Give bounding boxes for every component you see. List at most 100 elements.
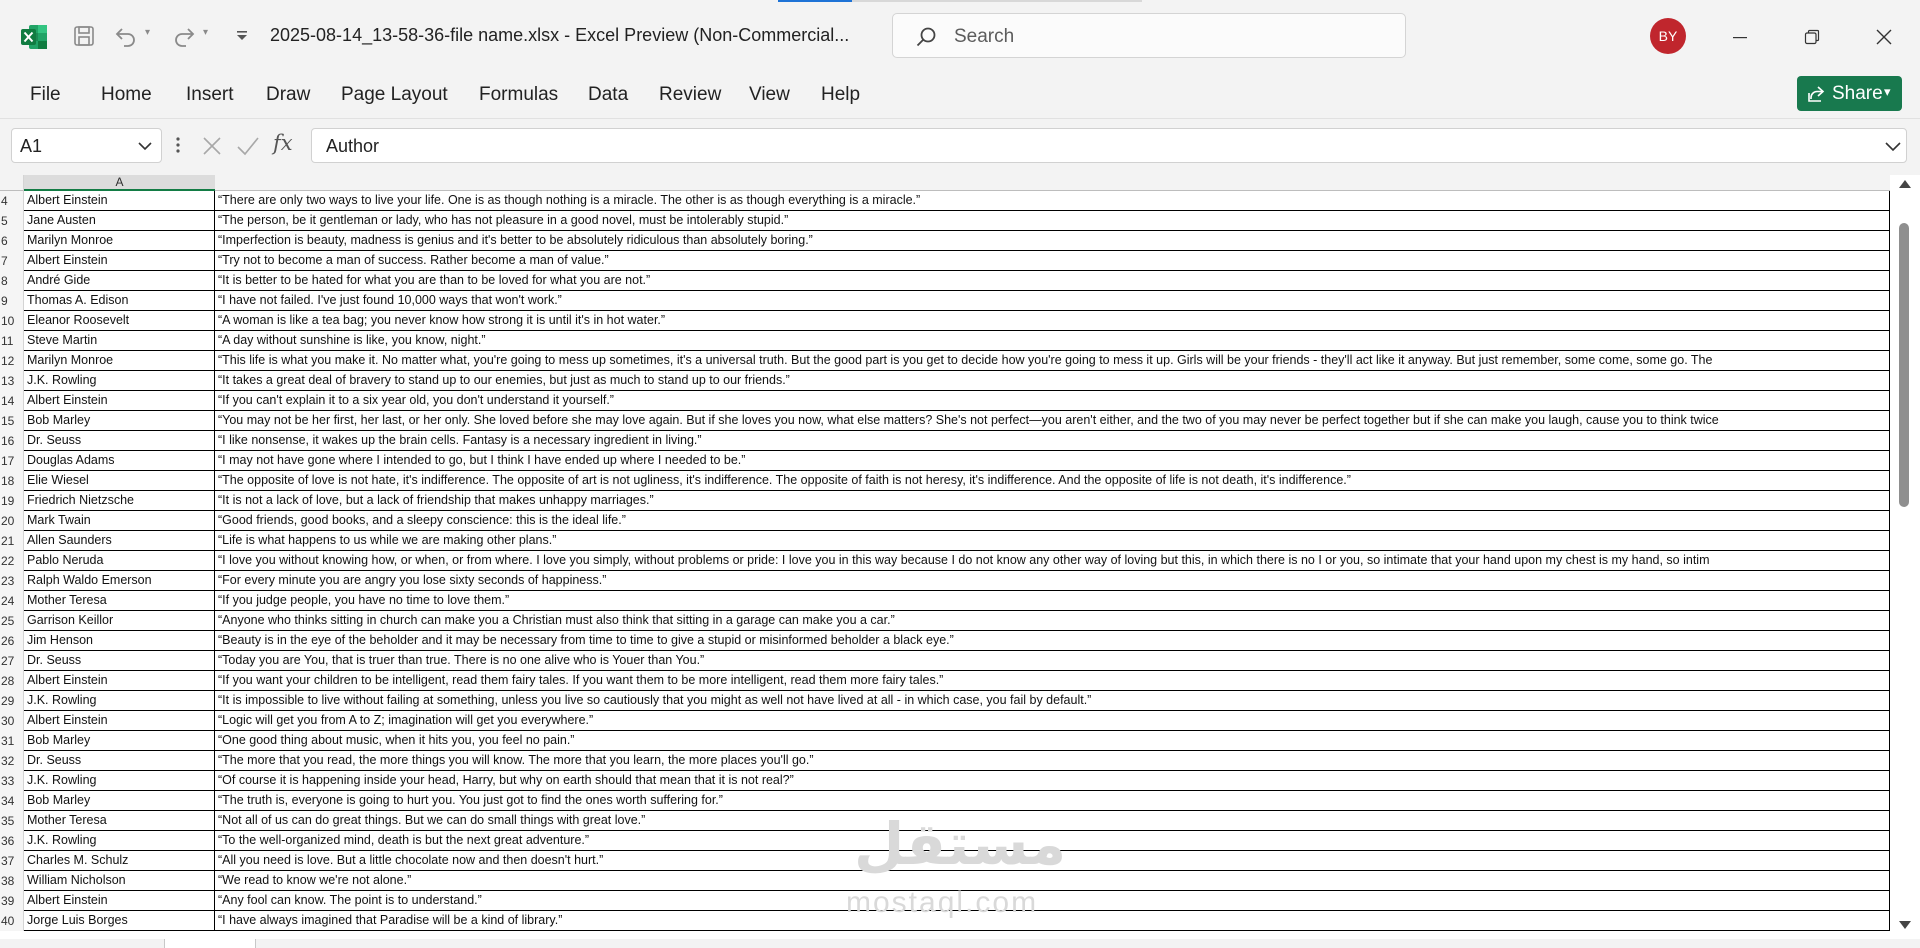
insert-function-icon[interactable]: fx xyxy=(273,131,293,155)
share-dropdown-icon[interactable]: ▾ xyxy=(1884,84,1891,100)
quote-cell[interactable]: “It takes a great deal of bravery to sta… xyxy=(215,371,1890,391)
tab-draw[interactable]: Draw xyxy=(266,84,310,106)
author-cell[interactable]: Dr. Seuss xyxy=(24,751,215,771)
author-cell[interactable]: Thomas A. Edison xyxy=(24,291,215,311)
quote-cell[interactable]: “If you judge people, you have no time t… xyxy=(215,591,1890,611)
author-cell[interactable]: Marilyn Monroe xyxy=(24,351,215,371)
formula-input[interactable]: Author xyxy=(311,128,1907,163)
scroll-up-icon[interactable] xyxy=(1898,178,1912,190)
row-header[interactable]: 23 xyxy=(0,571,24,591)
row-header[interactable]: 20 xyxy=(0,511,24,531)
row-header[interactable]: 18 xyxy=(0,471,24,491)
tab-data[interactable]: Data xyxy=(588,84,628,106)
tab-help[interactable]: Help xyxy=(821,84,860,106)
quote-cell[interactable]: “A day without sunshine is like, you kno… xyxy=(215,331,1890,351)
row-header[interactable]: 30 xyxy=(0,711,24,731)
share-button[interactable]: Share ▾ xyxy=(1797,76,1902,111)
quote-cell[interactable]: “The opposite of love is not hate, it's … xyxy=(215,471,1890,491)
tab-view[interactable]: View xyxy=(749,84,790,106)
tab-review[interactable]: Review xyxy=(659,84,721,106)
author-cell[interactable]: Dr. Seuss xyxy=(24,651,215,671)
row-header[interactable]: 32 xyxy=(0,751,24,771)
quote-cell[interactable]: “Try not to become a man of success. Rat… xyxy=(215,251,1890,271)
author-cell[interactable]: Pablo Neruda xyxy=(24,551,215,571)
scroll-thumb[interactable] xyxy=(1899,223,1909,507)
row-header[interactable]: 36 xyxy=(0,831,24,851)
search-input[interactable]: Search xyxy=(892,13,1406,58)
author-cell[interactable]: J.K. Rowling xyxy=(24,691,215,711)
quote-cell[interactable]: “Beauty is in the eye of the beholder an… xyxy=(215,631,1890,651)
row-header[interactable]: 34 xyxy=(0,791,24,811)
quote-cell[interactable]: “Any fool can know. The point is to unde… xyxy=(215,891,1890,911)
quote-cell[interactable]: “Anyone who thinks sitting in church can… xyxy=(215,611,1890,631)
expand-formula-bar-icon[interactable] xyxy=(1884,137,1902,155)
row-header[interactable]: 7 xyxy=(0,251,24,271)
minimize-icon[interactable] xyxy=(1725,22,1755,52)
author-cell[interactable]: Albert Einstein xyxy=(24,251,215,271)
quote-cell[interactable]: “It is not a lack of love, but a lack of… xyxy=(215,491,1890,511)
sheet-tab[interactable] xyxy=(164,939,256,948)
enter-check-icon[interactable] xyxy=(236,135,260,157)
row-header[interactable]: 24 xyxy=(0,591,24,611)
author-cell[interactable]: Ralph Waldo Emerson xyxy=(24,571,215,591)
author-cell[interactable]: Mother Teresa xyxy=(24,591,215,611)
row-header[interactable]: 13 xyxy=(0,371,24,391)
author-cell[interactable]: Eleanor Roosevelt xyxy=(24,311,215,331)
author-cell[interactable]: Garrison Keillor xyxy=(24,611,215,631)
spreadsheet-grid[interactable]: A 4 Albert Einstein “There are only two wa… xyxy=(0,175,1890,939)
name-box[interactable]: A1 xyxy=(11,128,162,163)
avatar[interactable]: BY xyxy=(1650,18,1686,54)
tab-formulas[interactable]: Formulas xyxy=(479,84,558,106)
quote-cell[interactable]: “Of course it is happening inside your h… xyxy=(215,771,1890,791)
author-cell[interactable]: Mother Teresa xyxy=(24,811,215,831)
row-header[interactable]: 14 xyxy=(0,391,24,411)
undo-icon[interactable] xyxy=(112,22,140,50)
row-header[interactable]: 40 xyxy=(0,911,24,931)
column-header-b[interactable] xyxy=(215,175,1890,191)
quote-cell[interactable]: “We read to know we're not alone.” xyxy=(215,871,1890,891)
quote-cell[interactable]: “All you need is love. But a little choc… xyxy=(215,851,1890,871)
author-cell[interactable]: Dr. Seuss xyxy=(24,431,215,451)
row-header[interactable]: 29 xyxy=(0,691,24,711)
row-header[interactable]: 39 xyxy=(0,891,24,911)
row-header[interactable]: 6 xyxy=(0,231,24,251)
save-icon[interactable] xyxy=(70,22,98,50)
author-cell[interactable]: Jorge Luis Borges xyxy=(24,911,215,931)
author-cell[interactable]: Jim Henson xyxy=(24,631,215,651)
quote-cell[interactable]: “You may not be her first, her last, or … xyxy=(215,411,1890,431)
column-header-a[interactable]: A xyxy=(24,175,215,191)
quote-cell[interactable]: “I like nonsense, it wakes up the brain … xyxy=(215,431,1890,451)
quote-cell[interactable]: “This life is what you make it. No matte… xyxy=(215,351,1890,371)
quote-cell[interactable]: “If you want your children to be intelli… xyxy=(215,671,1890,691)
customize-toolbar-icon[interactable] xyxy=(228,22,256,50)
row-header[interactable]: 16 xyxy=(0,431,24,451)
quote-cell[interactable]: “If you can't explain it to a six year o… xyxy=(215,391,1890,411)
author-cell[interactable]: Friedrich Nietzsche xyxy=(24,491,215,511)
author-cell[interactable]: Charles M. Schulz xyxy=(24,851,215,871)
author-cell[interactable]: Mark Twain xyxy=(24,511,215,531)
tab-file[interactable]: File xyxy=(30,84,61,106)
row-header[interactable]: 17 xyxy=(0,451,24,471)
author-cell[interactable]: Douglas Adams xyxy=(24,451,215,471)
row-header[interactable]: 19 xyxy=(0,491,24,511)
quote-cell[interactable]: “To the well-organized mind, death is bu… xyxy=(215,831,1890,851)
row-header[interactable]: 27 xyxy=(0,651,24,671)
author-cell[interactable]: Steve Martin xyxy=(24,331,215,351)
row-header[interactable]: 9 xyxy=(0,291,24,311)
author-cell[interactable]: Albert Einstein xyxy=(24,671,215,691)
author-cell[interactable]: André Gide xyxy=(24,271,215,291)
quote-cell[interactable]: “There are only two ways to live your li… xyxy=(215,191,1890,211)
row-header[interactable]: 38 xyxy=(0,871,24,891)
row-header[interactable]: 31 xyxy=(0,731,24,751)
row-header[interactable]: 21 xyxy=(0,531,24,551)
author-cell[interactable]: Bob Marley xyxy=(24,411,215,431)
redo-dropdown-icon[interactable]: ▾ xyxy=(203,27,208,38)
row-header[interactable]: 35 xyxy=(0,811,24,831)
row-header[interactable]: 15 xyxy=(0,411,24,431)
quote-cell[interactable]: “It is better to be hated for what you a… xyxy=(215,271,1890,291)
scroll-down-icon[interactable] xyxy=(1898,919,1912,931)
quote-cell[interactable]: “It is impossible to live without failin… xyxy=(215,691,1890,711)
author-cell[interactable]: Allen Saunders xyxy=(24,531,215,551)
redo-icon[interactable] xyxy=(170,22,198,50)
row-header[interactable]: 37 xyxy=(0,851,24,871)
